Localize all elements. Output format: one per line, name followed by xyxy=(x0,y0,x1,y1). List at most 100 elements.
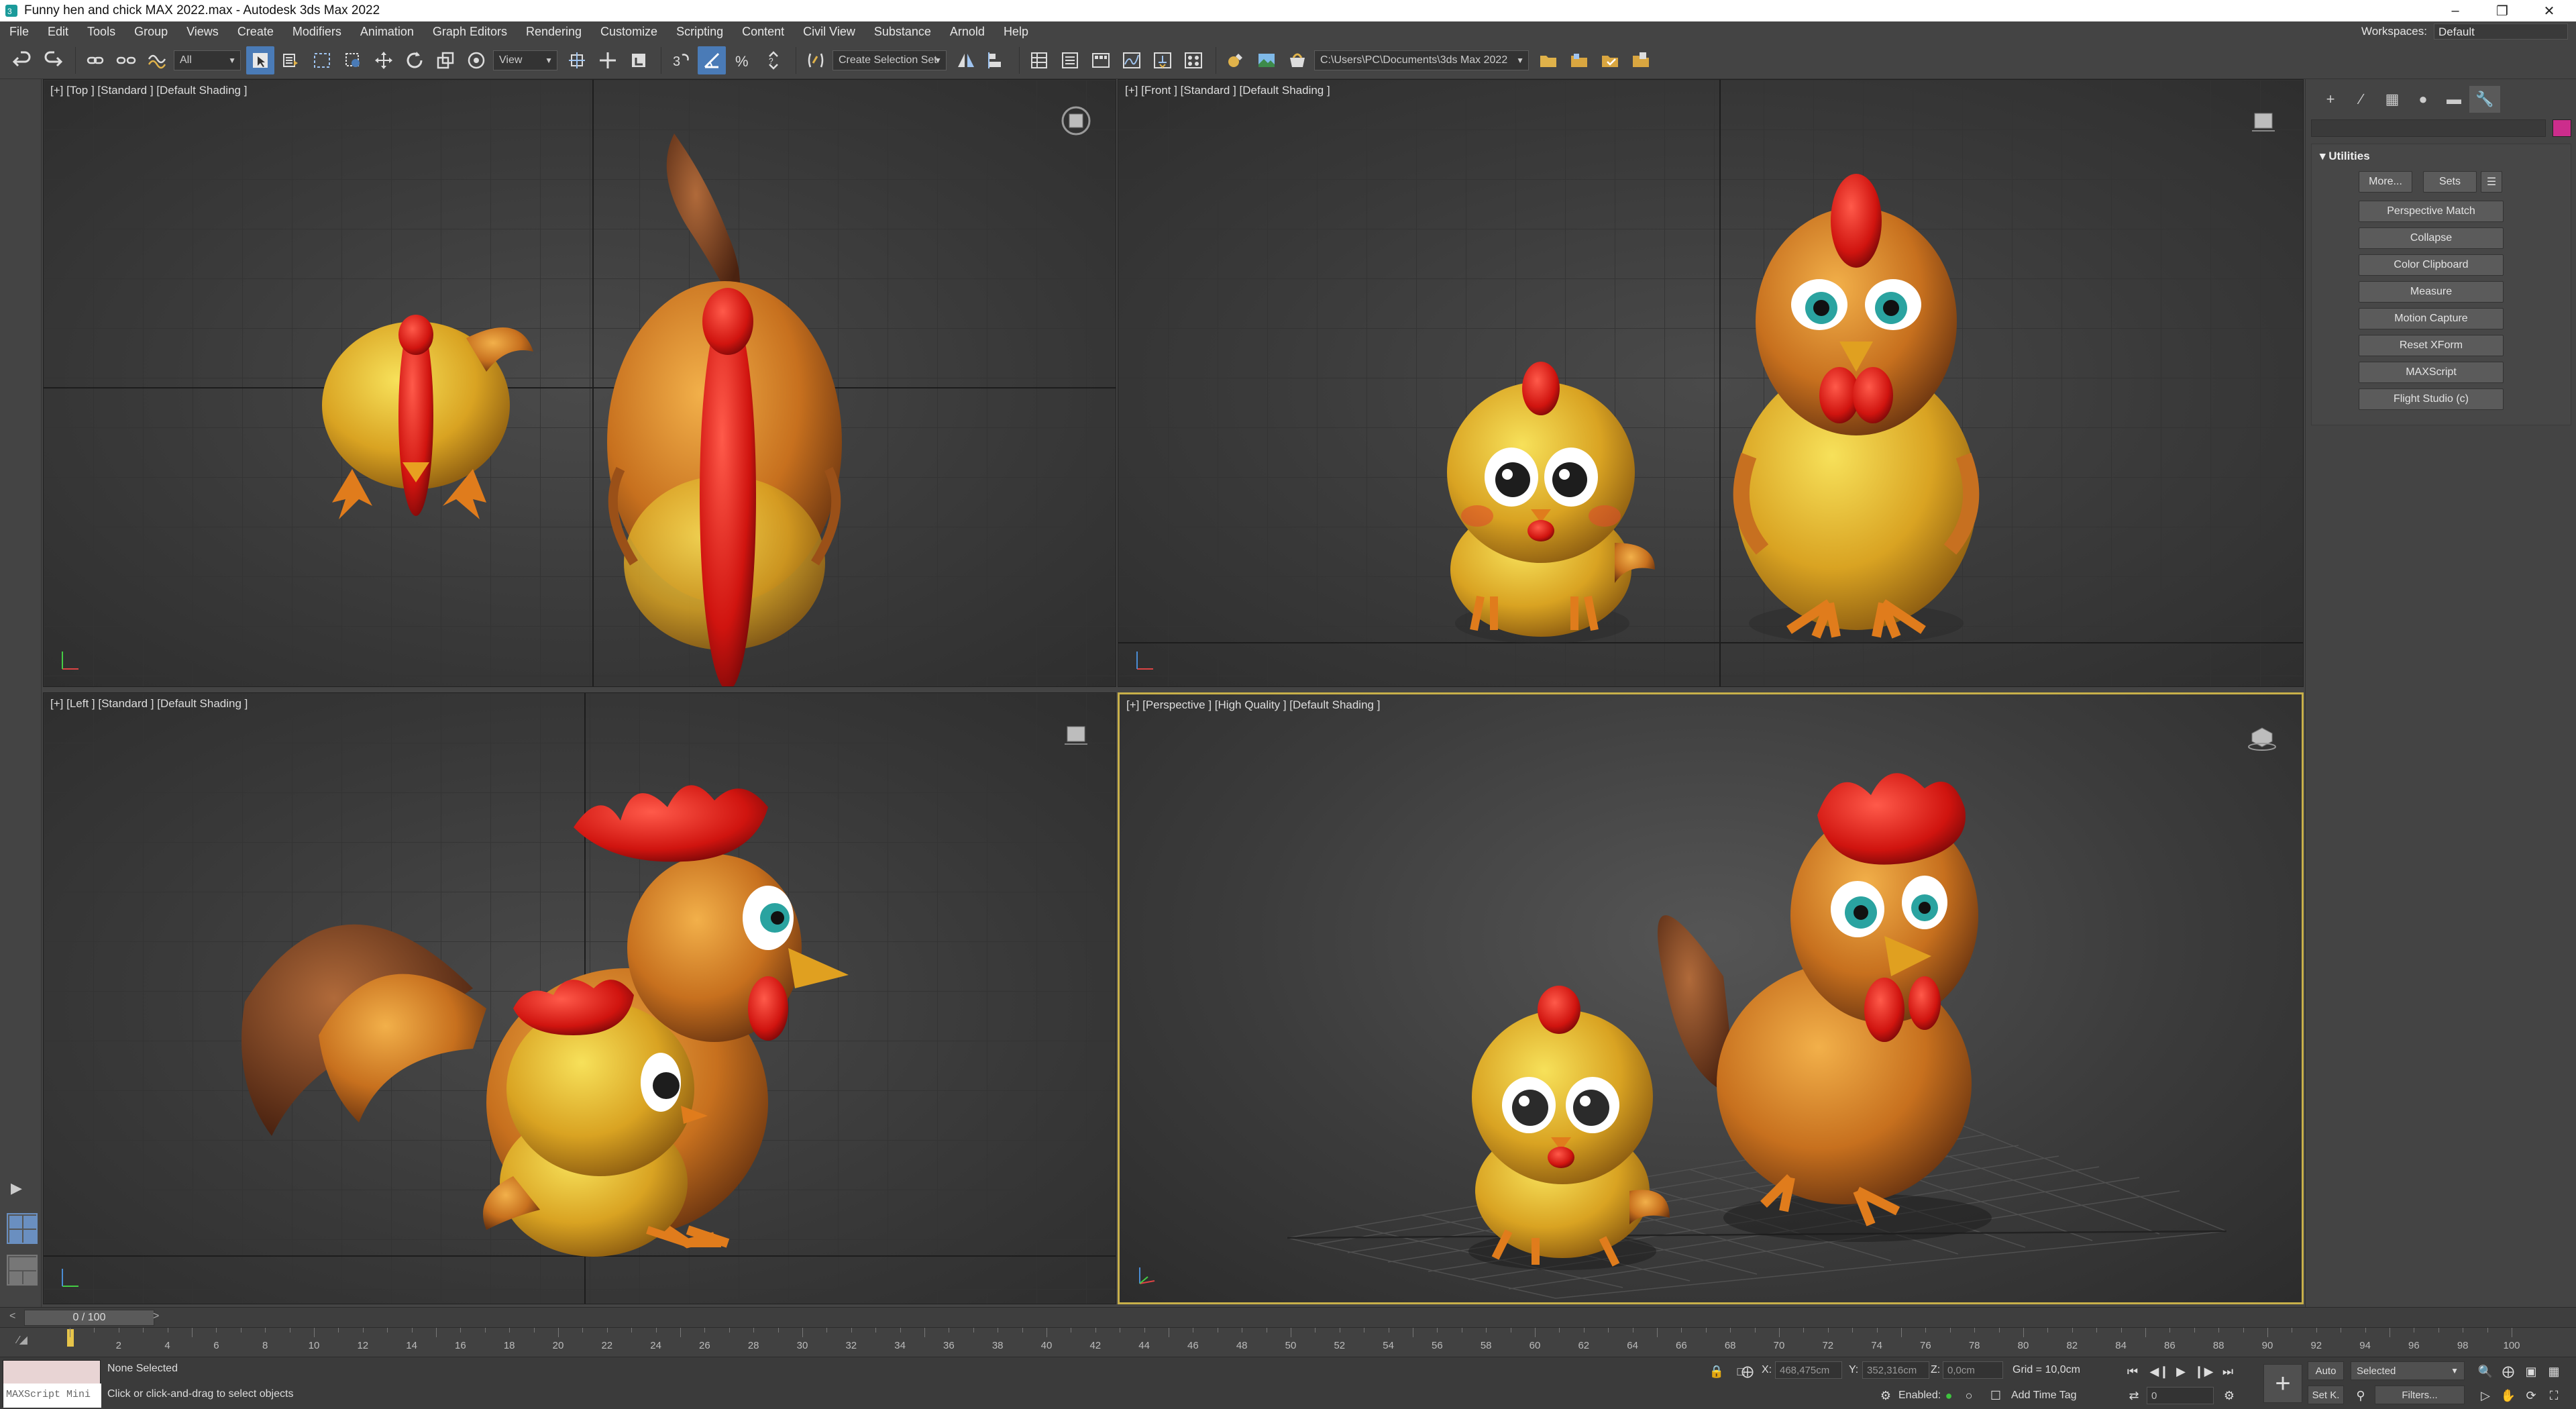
set-key-mode-icon[interactable]: ⚲ xyxy=(2351,1386,2371,1406)
set-key-large-icon[interactable]: + xyxy=(2263,1364,2302,1403)
rendered-frame-window-icon[interactable] xyxy=(1252,46,1281,74)
maxscript-listener[interactable]: MAXScript Mini xyxy=(3,1360,101,1408)
go-to-end-icon[interactable]: ⏭ xyxy=(2218,1361,2238,1381)
menu-file[interactable]: File xyxy=(0,25,38,39)
viewcube-icon[interactable] xyxy=(2248,105,2279,136)
viewcube-icon[interactable] xyxy=(2247,720,2277,751)
previous-frame-icon[interactable]: ◀❙ xyxy=(2149,1361,2169,1381)
viewport-left[interactable]: [+] [Left ] [Standard ] [Default Shading… xyxy=(43,692,1116,1304)
z-coordinate-field[interactable]: 0,0cm xyxy=(1943,1361,2003,1379)
menu-rendering[interactable]: Rendering xyxy=(517,25,591,39)
more-button[interactable]: More... xyxy=(2359,171,2412,193)
layer-explorer-icon[interactable] xyxy=(1056,46,1084,74)
adaptive-degradation-icon[interactable]: ⚙ xyxy=(1876,1386,1896,1406)
time-slider-prev-icon[interactable]: < xyxy=(9,1310,15,1322)
material-editor-icon[interactable] xyxy=(1179,46,1208,74)
color-clipboard-button[interactable]: Color Clipboard xyxy=(2359,254,2504,276)
play-icon[interactable]: ▶ xyxy=(2171,1361,2191,1381)
motion-tab-icon[interactable]: ● xyxy=(2408,86,2438,113)
rotate-icon[interactable] xyxy=(400,46,429,74)
spinner-snap-icon[interactable]: ? xyxy=(759,46,788,74)
key-filter-dropdown[interactable]: Selected ▼ xyxy=(2351,1361,2465,1380)
angle-snap-icon[interactable] xyxy=(698,46,726,74)
display-tab-icon[interactable]: ▬ xyxy=(2438,86,2469,113)
link-icon[interactable] xyxy=(81,46,109,74)
pivot-center-icon[interactable] xyxy=(563,46,591,74)
set-project-icon[interactable] xyxy=(1596,46,1624,74)
rollout-header[interactable]: ▾ Utilities xyxy=(2312,144,2571,163)
scale-icon[interactable] xyxy=(431,46,460,74)
render-setup-icon[interactable] xyxy=(1222,46,1250,74)
orbit-icon[interactable]: ⟳ xyxy=(2521,1386,2541,1406)
lock-selection-icon[interactable]: 🔒 xyxy=(1707,1361,1727,1381)
render-production-icon[interactable] xyxy=(1283,46,1311,74)
move-icon[interactable] xyxy=(370,46,398,74)
modify-tab-icon[interactable]: ∕ xyxy=(2346,86,2377,113)
minimize-icon[interactable]: – xyxy=(2428,0,2482,21)
schematic-view-icon[interactable] xyxy=(1148,46,1177,74)
selection-filter-dropdown[interactable]: All ▼ xyxy=(174,50,241,70)
expand-layout-icon[interactable]: ▶ xyxy=(11,1180,22,1197)
viewport-label-top[interactable]: [+] [Top ] [Standard ] [Default Shading … xyxy=(50,84,247,97)
zoom-all-icon[interactable]: ⨁ xyxy=(2498,1361,2518,1381)
menu-graph-editors[interactable]: Graph Editors xyxy=(423,25,517,39)
ref-coord-dropdown[interactable]: View ▼ xyxy=(493,50,557,70)
scene-explorer-icon[interactable] xyxy=(1025,46,1053,74)
workspaces-dropdown[interactable]: Default xyxy=(2434,23,2568,40)
menu-animation[interactable]: Animation xyxy=(351,25,423,39)
viewport-label-front[interactable]: [+] [Front ] [Standard ] [Default Shadin… xyxy=(1125,84,1330,97)
object-color-swatch[interactable] xyxy=(2553,119,2571,137)
enabled-indicator-icon[interactable]: ● xyxy=(1939,1386,1959,1406)
close-icon[interactable]: ✕ xyxy=(2522,0,2576,21)
perspective-match-button[interactable]: Perspective Match xyxy=(2359,201,2504,222)
menu-customize[interactable]: Customize xyxy=(591,25,667,39)
add-time-tag-label[interactable]: Add Time Tag xyxy=(2011,1390,2077,1402)
configure-sets-icon[interactable]: ☰ xyxy=(2481,171,2502,193)
edit-named-selection-icon[interactable] xyxy=(802,46,830,74)
align-icon[interactable] xyxy=(983,46,1011,74)
key-filters-button[interactable]: Filters... xyxy=(2375,1386,2465,1404)
menu-group[interactable]: Group xyxy=(125,25,177,39)
zoom-icon[interactable]: 🔍 xyxy=(2475,1361,2496,1381)
menu-substance[interactable]: Substance xyxy=(865,25,941,39)
mirror-icon[interactable] xyxy=(952,46,980,74)
snaps-toggle-icon[interactable]: 3 xyxy=(667,46,695,74)
undo-icon[interactable] xyxy=(8,46,36,74)
next-frame-icon[interactable]: ❙▶ xyxy=(2194,1361,2214,1381)
set-key-button[interactable]: Set K. xyxy=(2308,1386,2344,1404)
go-to-start-icon[interactable]: ⏮ xyxy=(2123,1361,2143,1381)
menu-tools[interactable]: Tools xyxy=(78,25,125,39)
time-slider-thumb[interactable]: 0 / 100 xyxy=(24,1310,154,1326)
percent-snap-icon[interactable]: % xyxy=(729,46,757,74)
key-mode-toggle-icon[interactable]: ⇄ xyxy=(2124,1386,2144,1406)
zoom-extents-icon[interactable]: ▣ xyxy=(2521,1361,2541,1381)
project-manage-icon[interactable] xyxy=(1627,46,1655,74)
current-frame-field[interactable]: 0 xyxy=(2147,1387,2214,1404)
field-of-view-icon[interactable]: ▷ xyxy=(2475,1386,2496,1406)
auto-key-button[interactable]: Auto xyxy=(2308,1361,2344,1380)
viewport-front[interactable]: [+] [Front ] [Standard ] [Default Shadin… xyxy=(1118,79,2304,687)
toggle-ribbon-icon[interactable] xyxy=(1087,46,1115,74)
object-name-field[interactable] xyxy=(2311,119,2546,137)
time-tag-icon[interactable]: ○ xyxy=(1959,1386,1979,1406)
menu-create[interactable]: Create xyxy=(228,25,283,39)
curve-editor-icon[interactable] xyxy=(1118,46,1146,74)
alternate-layout-icon[interactable] xyxy=(7,1255,38,1286)
time-slider[interactable]: < 0 / 100 > xyxy=(0,1307,2576,1327)
motion-capture-button[interactable]: Motion Capture xyxy=(2359,308,2504,329)
add-time-tag-icon[interactable]: ☐ xyxy=(1986,1386,2006,1406)
unlink-icon[interactable] xyxy=(112,46,140,74)
project-folder-icon[interactable] xyxy=(1534,46,1562,74)
menu-help[interactable]: Help xyxy=(994,25,1038,39)
select-manipulate-icon[interactable] xyxy=(594,46,622,74)
rectangular-selection-icon[interactable] xyxy=(308,46,336,74)
menu-scripting[interactable]: Scripting xyxy=(667,25,733,39)
menu-views[interactable]: Views xyxy=(177,25,228,39)
four-viewport-layout-icon[interactable] xyxy=(7,1213,38,1244)
select-object-icon[interactable] xyxy=(246,46,274,74)
redo-icon[interactable] xyxy=(39,46,67,74)
restore-icon[interactable]: ❐ xyxy=(2475,0,2529,21)
viewport-label-perspective[interactable]: [+] [Perspective ] [High Quality ] [Defa… xyxy=(1126,698,1380,712)
viewcube-icon[interactable] xyxy=(1061,719,1091,749)
measure-button[interactable]: Measure xyxy=(2359,281,2504,303)
